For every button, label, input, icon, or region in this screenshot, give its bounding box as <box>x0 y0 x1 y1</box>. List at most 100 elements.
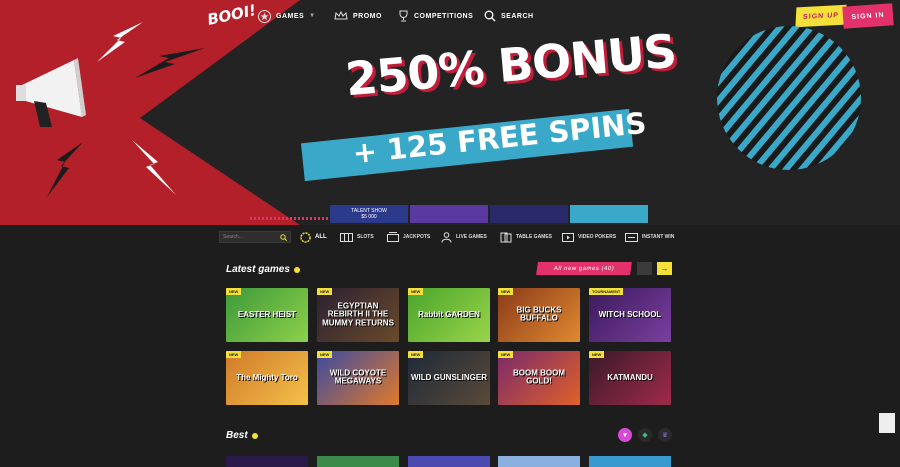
promo-thumb[interactable] <box>410 205 488 223</box>
category-all-label: ALL <box>315 234 327 240</box>
video-poker-icon <box>562 232 574 242</box>
all-new-games-button[interactable]: All new games (40) <box>536 262 632 275</box>
latest-games-heading: Latest games <box>226 264 300 275</box>
best-heading: Best <box>226 430 258 441</box>
megaphone-icon <box>16 58 86 127</box>
game-title: WILD COYOTE MEGAWAYS <box>329 368 387 386</box>
nav-promo-label: PROMO <box>353 12 382 20</box>
lightning-bolt-icon <box>135 48 205 78</box>
nav-games-label: GAMES <box>276 12 305 20</box>
promo-thumb[interactable] <box>490 205 568 223</box>
dealer-icon <box>441 231 452 243</box>
game-tile[interactable]: NEW Rabbit GARDEN <box>408 288 490 342</box>
best-title: Best <box>226 430 248 441</box>
category-video-pokers-label: VIDEO POKERS <box>578 234 617 240</box>
category-live-games-label: LIVE GAMES <box>456 234 487 240</box>
promo-thumb[interactable]: TALENT SHOW $5 000 <box>330 205 408 223</box>
nav-promo[interactable]: PROMO <box>334 9 382 23</box>
carousel-prev-button[interactable] <box>637 262 652 275</box>
jackpot-icon <box>387 232 399 242</box>
game-tile[interactable]: NEW BIG BUCKS BUFFALO <box>498 288 580 342</box>
game-badge: NEW <box>317 288 333 295</box>
info-icon[interactable] <box>251 432 258 439</box>
game-badge: NEW <box>498 288 514 295</box>
category-table-games[interactable]: TABLE GAMES <box>500 231 552 243</box>
diamond-filter-icon[interactable]: ◆ <box>638 428 652 442</box>
game-tile[interactable] <box>408 456 490 467</box>
game-tile[interactable] <box>589 456 671 467</box>
game-title: WILD GUNSLINGER <box>411 372 487 382</box>
game-tile[interactable]: NEW The Mighty Toro <box>226 351 308 405</box>
category-slots[interactable]: SLOTS <box>340 231 374 243</box>
category-instant-win[interactable]: INSTANT WIN <box>625 231 674 243</box>
crown-icon <box>334 11 348 20</box>
crown-filter-icon[interactable]: ♛ <box>658 428 672 442</box>
game-search-input[interactable]: Search... <box>219 231 291 243</box>
game-tile[interactable]: NEW KATMANDU <box>589 351 671 405</box>
promo-thumbnail-strip[interactable]: TALENT SHOW $5 000 <box>330 205 650 223</box>
lightning-bolt-icon <box>132 140 176 195</box>
category-jackpots[interactable]: JACKPOTS <box>387 231 430 243</box>
search-icon <box>484 10 496 22</box>
game-title: Rabbit GARDEN <box>418 309 480 319</box>
game-badge: NEW <box>589 351 605 358</box>
game-title: The Mighty Toro <box>236 372 298 382</box>
game-tile[interactable]: NEW EGYPTIAN REBIRTH II THE MUMMY RETURNS <box>317 288 399 342</box>
game-tile[interactable] <box>498 456 580 467</box>
all-games-icon <box>300 231 311 243</box>
search-icon <box>280 234 287 241</box>
nav-competitions-label: COMPETITIONS <box>414 12 474 20</box>
game-tile[interactable]: NEW WILD GUNSLINGER <box>408 351 490 405</box>
game-title: EASTER HEIST <box>237 309 297 319</box>
game-badge: NEW <box>317 351 333 358</box>
game-tile[interactable]: NEW BOOM BOOM GOLD! <box>498 351 580 405</box>
game-badge: NEW <box>408 288 424 295</box>
game-tile[interactable]: NEW EASTER HEIST <box>226 288 308 342</box>
category-jackpots-label: JACKPOTS <box>403 234 431 240</box>
promo-thumb[interactable] <box>570 205 648 223</box>
game-title: BOOM BOOM GOLD! <box>513 368 565 386</box>
hero-banner[interactable]: BOOI! GAMES ▼ PROMO COMPETITIONS SEARCH … <box>0 0 900 225</box>
category-slots-label: SLOTS <box>357 234 374 240</box>
info-icon[interactable] <box>293 266 300 273</box>
heart-filter-icon[interactable]: ♥ <box>618 428 632 442</box>
cards-icon <box>500 232 512 242</box>
promo-thumb-amount: $5 000 <box>361 214 377 220</box>
arrow-right-icon: → <box>660 264 669 273</box>
nav-search[interactable]: SEARCH <box>484 9 534 23</box>
search-placeholder: Search... <box>223 234 244 240</box>
game-title: KATMANDU <box>607 372 653 382</box>
game-tile[interactable]: TOURNAMENT WITCH SCHOOL <box>589 288 671 342</box>
category-instant-win-label: INSTANT WIN <box>642 234 675 240</box>
feedback-widget[interactable] <box>879 413 895 433</box>
game-badge: NEW <box>226 351 242 358</box>
category-live-games[interactable]: LIVE GAMES <box>441 231 487 243</box>
game-badge: NEW <box>498 351 514 358</box>
lightning-bolt-icon <box>47 142 83 197</box>
hero-dashes <box>250 217 330 220</box>
nav-search-label: SEARCH <box>501 12 534 20</box>
game-title: BIG BUCKS BUFFALO <box>516 305 562 323</box>
game-title: WITCH SCHOOL <box>598 309 662 319</box>
trophy-icon <box>399 10 408 22</box>
game-tile[interactable]: NEW WILD COYOTE MEGAWAYS <box>317 351 399 405</box>
latest-games-title: Latest games <box>226 264 290 275</box>
game-badge: NEW <box>226 288 242 295</box>
category-all[interactable]: ALL <box>300 231 327 243</box>
carousel-next-button[interactable]: → <box>657 262 672 275</box>
game-badge: NEW <box>408 351 424 358</box>
game-badge: TOURNAMENT <box>589 288 624 295</box>
slot-machine-icon <box>340 232 353 242</box>
game-tile[interactable] <box>226 456 308 467</box>
hero-headline: 250% BONUS <box>343 23 679 107</box>
game-title: EGYPTIAN REBIRTH II THE MUMMY RETURNS <box>322 301 394 328</box>
nav-games[interactable]: GAMES ▼ <box>258 9 316 23</box>
category-table-games-label: TABLE GAMES <box>516 234 553 240</box>
nav-competitions[interactable]: COMPETITIONS <box>398 9 473 23</box>
game-tile[interactable] <box>317 456 399 467</box>
category-video-pokers[interactable]: VIDEO POKERS <box>562 231 616 243</box>
star-icon <box>258 9 271 23</box>
striped-circle-decoration <box>717 26 861 170</box>
chevron-down-icon: ▼ <box>309 13 316 19</box>
instant-win-icon <box>625 232 638 242</box>
